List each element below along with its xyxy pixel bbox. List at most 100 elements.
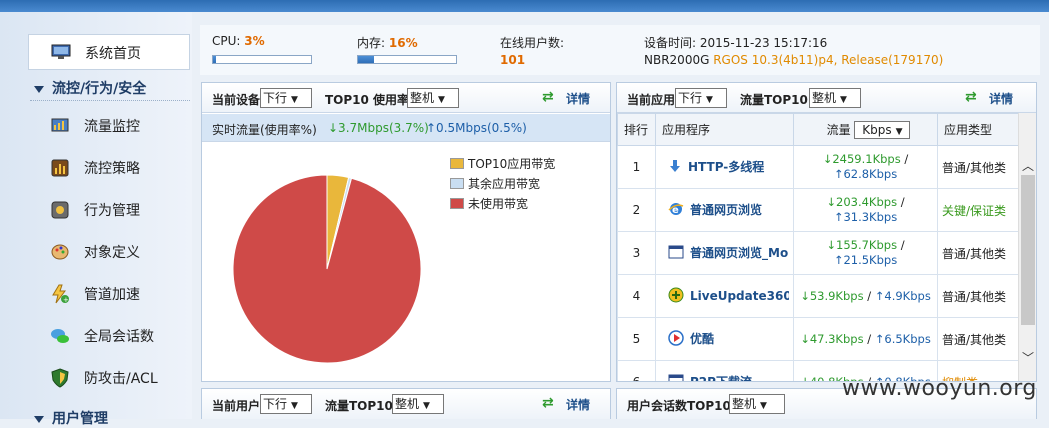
status-area: CPU: 3% 内存: 16% 在线用户数: 101 设备时间: 2015-11… [200,25,1040,75]
app-name[interactable]: 优酷 [690,332,714,346]
app-top10-panel: 当前应用 下行 ▼ 流量TOP10 整机 ▼ ⇄ 详情 排行 应用程序 流量 Kbp… [616,82,1037,382]
detail-link[interactable]: 详情 [566,90,590,107]
table-row[interactable]: 1 HTTP-多线程 ↓2459.1Kbps / ↑62.8Kbps 普通/其他类 [617,145,1021,189]
flow-cell: ↓203.4Kbps / ↑31.3Kbps [793,188,938,232]
col-flow: 流量 Kbps ▼ [793,113,938,146]
download-arrow-icon [668,159,682,176]
flow-cell: ↓155.7Kbps / ↑21.5Kbps [793,231,938,275]
detail-link[interactable]: 详情 [566,396,590,413]
mem-label: 内存: 16% [357,36,418,50]
app-cell[interactable]: HTTP-多线程 [655,145,794,189]
rank-cell: 1 [617,145,656,189]
legend-swatch [450,158,464,169]
realtime-flow-bar: 实时流量(使用率%) ↓3.7Mbps(3.7%) ↑0.5Mbps(0.5%) [202,114,610,142]
table-row[interactable]: 3 普通网页浏览_Mo ↓155.7Kbps / ↑21.5Kbps 普通/其他类 [617,231,1021,275]
flow-cell: ↓53.9Kbps / ↑4.9Kbps [793,274,938,318]
rank-cell: 3 [617,231,656,275]
scrollbar-thumb[interactable] [1021,175,1035,325]
online-users-label: 在线用户数: [500,36,565,50]
up-rate: ↑21.5Kbps [833,253,898,267]
app-cell[interactable]: P2P下载流 [655,360,794,381]
app-cell[interactable]: LiveUpdate360 [655,274,794,318]
detail-link[interactable]: 详情 [989,90,1013,107]
table-row[interactable]: 4 LiveUpdate360 ↓53.9Kbps / ↑4.9Kbps 普通/其他类 [617,274,1021,318]
shield-icon [51,368,69,388]
user-direction-select[interactable]: 下行 ▼ [260,394,312,414]
flow-scope-select[interactable]: 整机 ▼ [809,88,861,108]
session-top10-label: 用户会话数TOP10 [627,399,731,413]
refresh-icon[interactable]: ⇄ [542,89,554,105]
device-model: NBR2000G [644,53,710,67]
legend-item: TOP10应用带宽 [450,155,555,172]
up-rate: ↑0.5Mbps(0.5%) [426,121,527,135]
sidebar-item-global-sessions[interactable]: 全局会话数 [0,320,192,356]
app-name[interactable]: P2P下载流 [690,375,752,381]
sidebar-item-behavior[interactable]: 行为管理 [0,194,192,230]
sidebar-section-users[interactable]: 用户管理 [34,408,108,428]
separator: / [904,152,909,166]
sidebar-item-object-def[interactable]: 对象定义 [0,236,192,272]
app-name[interactable]: HTTP-多线程 [688,160,764,174]
up-rate: ↑62.8Kbps [833,167,898,181]
separator: / [867,288,872,303]
bandwidth-panel: 当前设备 下行 ▼ TOP10 使用率 整机 ▼ ⇄ 详情 实时流量(使用率%) ↓… [201,82,611,382]
separator: / [900,195,905,209]
session-scope-select[interactable]: 整机 ▼ [729,394,785,414]
app-cell[interactable]: e 普通网页浏览 [655,188,794,232]
firmware-version: RGOS 10.3(4b11)p4, Release(179170) [713,53,944,67]
table-row[interactable]: 2 e 普通网页浏览 ↓203.4Kbps / ↑31.3Kbps 关键/保证类 [617,188,1021,232]
table-scrollbar[interactable]: ︿ ﹀ [1018,113,1036,381]
sidebar-item-pipe-accel[interactable]: + 管道加速 [0,278,192,314]
cpu-progress-bar [212,55,312,64]
down-rate: ↓3.7Mbps(3.7%) [328,121,429,135]
panel-header: 当前用户 下行 ▼ 流量TOP10 整机 ▼ ⇄ 详情 [202,389,610,419]
sidebar-item-label: 流量监控 [84,119,140,135]
sidebar-item-anti-attack[interactable]: 防攻击/ACL [0,362,192,398]
app-name[interactable]: 普通网页浏览 [690,203,762,217]
rank-cell: 4 [617,274,656,318]
app-direction-select[interactable]: 下行 ▼ [675,88,727,108]
col-app: 应用程序 [655,113,794,146]
unit-select[interactable]: Kbps ▼ [854,120,911,139]
device-direction-select[interactable]: 下行 ▼ [260,88,312,108]
user-scope-select[interactable]: 整机 ▼ [392,394,444,414]
type-cell: 关键/保证类 [937,188,1021,232]
sidebar-item-flow-policy[interactable]: 流控策略 [0,152,192,188]
palette-icon [51,244,69,260]
current-user-label: 当前用户 [212,399,261,413]
scroll-down-icon[interactable]: ﹀ [1022,349,1034,366]
sidebar: 系统首页 流控/行为/安全 流量监控 流控策略 行为管理 对象定义 + 管道加速… [0,12,192,427]
realtime-label: 实时流量(使用率%) [212,123,317,137]
legend-swatch [450,178,464,189]
mem-progress-bar [357,55,457,64]
refresh-icon[interactable]: ⇄ [965,89,977,105]
app-cell[interactable]: 普通网页浏览_Mo [655,231,794,275]
top10-scope-select[interactable]: 整机 ▼ [407,88,459,108]
device-time: 设备时间: 2015-11-23 15:17:16 [644,36,828,50]
down-rate: ↓203.4Kbps [826,195,898,209]
rank-cell: 6 [617,360,656,381]
policy-icon [51,159,69,177]
bandwidth-pie-chart [232,174,422,364]
refresh-icon[interactable]: ⇄ [542,395,554,411]
table-row[interactable]: 5 优酷 ↓47.3Kbps / ↑6.5Kbps 普通/其他类 [617,317,1021,361]
chevron-down-icon: ▼ [291,401,298,411]
app-name[interactable]: LiveUpdate360 [690,289,789,303]
svg-text:+: + [63,296,69,304]
flow-cell: ↓2459.1Kbps / ↑62.8Kbps [793,145,938,189]
sidebar-item-traffic-monitor[interactable]: 流量监控 [0,110,192,146]
sidebar-section-flow[interactable]: 流控/行为/安全 [34,78,146,98]
type-cell: 普通/其他类 [937,317,1021,361]
legend-item: 其余应用带宽 [450,175,540,192]
scroll-up-icon[interactable]: ︿ [1022,157,1034,174]
sidebar-item-home[interactable]: 系统首页 [28,34,190,70]
app-cell[interactable]: 优酷 [655,317,794,361]
sidebar-item-label: 管道加速 [84,287,140,303]
app-name[interactable]: 普通网页浏览_Mo [690,246,788,260]
flow-top10-label: 流量TOP10 [740,93,808,107]
col-type: 应用类型 [937,113,1021,146]
chevron-down-icon: ▼ [840,95,847,105]
rank-cell: 2 [617,188,656,232]
device-info: NBR2000G RGOS 10.3(4b11)p4, Release(1791… [644,53,943,67]
pie-slice-2 [232,174,422,364]
